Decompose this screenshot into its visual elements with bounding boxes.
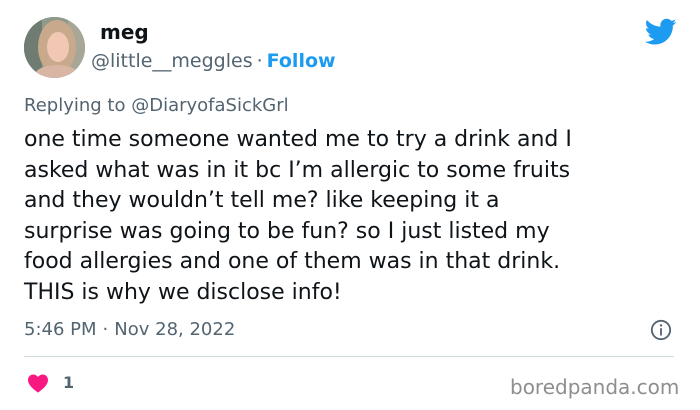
info-icon[interactable] xyxy=(650,319,672,341)
handle-separator: · xyxy=(256,50,263,72)
tweet-date: Nov 28, 2022 xyxy=(114,319,236,340)
author-name[interactable]: meg xyxy=(100,20,149,44)
avatar[interactable] xyxy=(24,17,85,78)
tweet-timestamp[interactable]: 5:46 PM · Nov 28, 2022 xyxy=(24,319,235,341)
tweet-time: 5:46 PM xyxy=(24,319,97,340)
tweet-text: one time someone wanted me to try a drin… xyxy=(24,125,674,308)
follow-button[interactable]: Follow xyxy=(267,50,336,72)
tweet-line: THIS is why we disclose info! xyxy=(24,279,342,305)
tweet-line: one time someone wanted me to try a drin… xyxy=(24,127,572,152)
tweet-line: and they wouldn’t tell me? like keeping … xyxy=(24,188,500,213)
timestamp-separator: · xyxy=(102,319,109,340)
heart-icon[interactable] xyxy=(27,373,49,393)
divider xyxy=(24,356,674,357)
twitter-bird-icon[interactable] xyxy=(645,18,677,46)
reply-mention-link[interactable]: @DiaryofaSickGrl xyxy=(131,95,288,116)
tweet-line: food allergies and one of them was in th… xyxy=(24,249,561,274)
watermark: boredpanda.com xyxy=(510,375,680,399)
tweet-line: asked what was in it bc I’m allergic to … xyxy=(24,157,571,183)
replying-to: Replying to @DiaryofaSickGrl xyxy=(24,95,289,117)
author-handle-row: @little__meggles · Follow xyxy=(91,49,336,73)
author-handle[interactable]: @little__meggles xyxy=(91,50,253,72)
replying-to-label: Replying to xyxy=(24,95,126,116)
like-count: 1 xyxy=(63,373,75,392)
tweet-line: surprise was going to be fun? so I just … xyxy=(24,218,550,244)
